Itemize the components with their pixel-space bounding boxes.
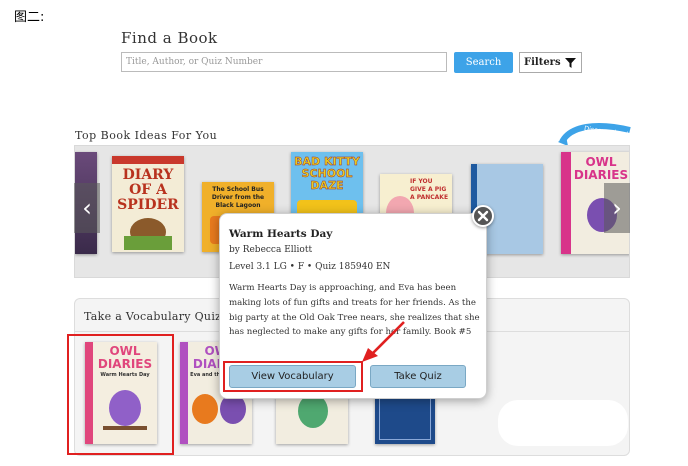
popup-book-level: Level 3.1 LG • F • Quiz 185940 EN: [229, 262, 391, 272]
filters-label: Filters: [524, 57, 561, 68]
search-button[interactable]: Search: [454, 52, 513, 73]
discover-books-link[interactable]: Discover books: [556, 120, 636, 146]
book-title: OWL DIARIES: [97, 344, 153, 371]
vocab-book-cover[interactable]: OWL DIARIES Warm Hearts Day: [85, 342, 157, 444]
figure-caption: 图二:: [14, 10, 45, 25]
view-vocabulary-button[interactable]: View Vocabulary: [229, 365, 356, 388]
carousel-next-button[interactable]: ›: [604, 183, 630, 233]
filter-icon: [565, 58, 576, 68]
book-title: BAD KITTY SCHOOL DAZE: [294, 155, 360, 192]
annotation-arrow-icon: [362, 321, 405, 362]
discover-arrow-icon: Discover books: [558, 123, 634, 146]
carousel-prev-button[interactable]: ‹: [74, 183, 100, 233]
book-title: The School Bus Driver from the Black Lag…: [211, 186, 265, 209]
book-title: OWL DIARIES: [573, 155, 629, 182]
find-book-heading: Find a Book: [121, 29, 218, 47]
close-popup-button[interactable]: [472, 205, 494, 227]
book-title: DIARY OF A SPIDER: [117, 167, 179, 213]
vocab-quiz-heading: Take a Vocabulary Quiz: [84, 310, 222, 323]
filters-button[interactable]: Filters: [519, 52, 582, 73]
popup-book-author: by Rebecca Elliott: [229, 245, 313, 255]
book-cover[interactable]: DIARY OF A SPIDER: [112, 156, 184, 252]
close-icon: [477, 210, 489, 222]
popup-book-title: Warm Hearts Day: [229, 228, 333, 240]
book-title: IF YOU GIVE A PIG A PANCAKE: [410, 178, 449, 201]
popup-book-description: Warm Hearts Day is approaching, and Eva …: [229, 283, 480, 338]
top-books-heading: Top Book Ideas For You: [75, 129, 218, 142]
search-input[interactable]: [121, 52, 447, 72]
image-artifact: [498, 400, 628, 446]
book-subtitle: Warm Hearts Day: [100, 372, 150, 378]
take-quiz-button[interactable]: Take Quiz: [370, 365, 466, 388]
